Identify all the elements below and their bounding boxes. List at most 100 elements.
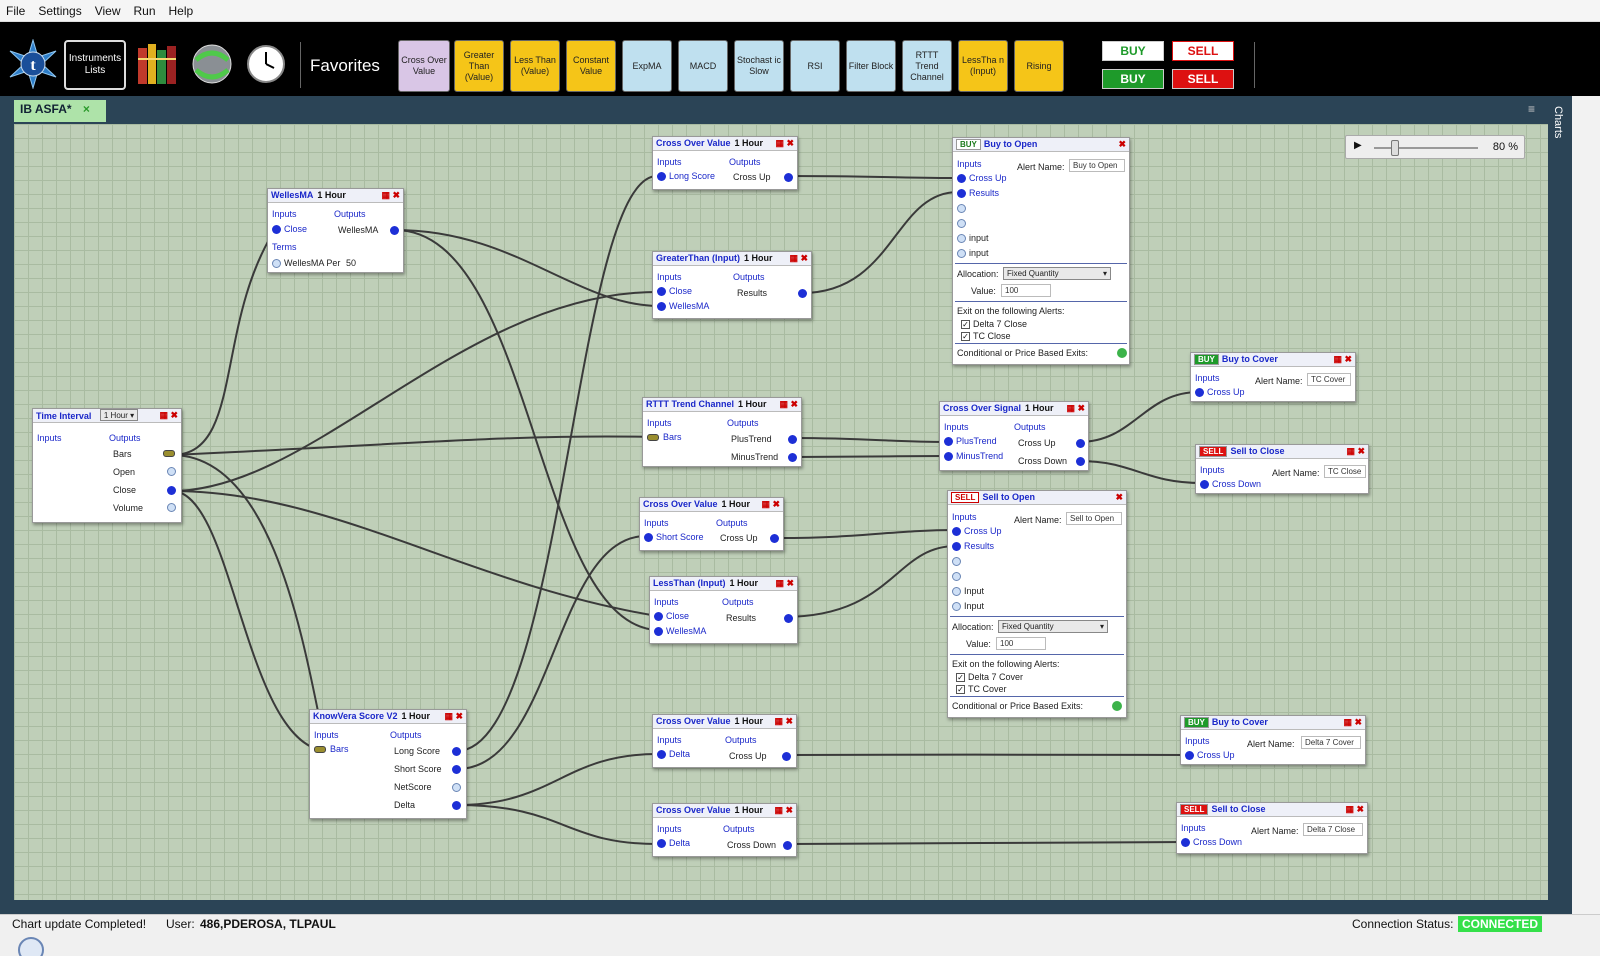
node-buy-to-open[interactable]: BUY Buy to Open ✖ Inputs Alert Name: Buy t… (952, 137, 1130, 365)
tab-close-icon[interactable]: × (83, 102, 90, 116)
node-controls-icon[interactable]: ✖ (1115, 492, 1123, 503)
node-cross-over-value-long[interactable]: Cross Over Value 1 Hour ▦ ✖ Inputs Outputs… (652, 136, 798, 190)
input-port-close[interactable] (272, 225, 281, 234)
app-status-icon[interactable] (18, 937, 44, 956)
input-port[interactable] (1185, 751, 1194, 760)
input-port[interactable] (944, 452, 953, 461)
node-cross-over-value-delta-up[interactable]: Cross Over Value 1 Hour ▦ ✖ Inputs Outputs… (652, 714, 797, 768)
menu-settings[interactable]: Settings (38, 4, 81, 18)
alert-name-input[interactable]: Delta 7 Close (1303, 823, 1363, 836)
input-port[interactable] (1195, 388, 1204, 397)
node-greaterthan-input[interactable]: GreaterThan (Input) 1 Hour ▦ ✖ Inputs Outp… (652, 251, 812, 319)
node-controls-icon[interactable]: ▦ ✖ (444, 711, 463, 722)
node-controls-icon[interactable]: ▦ ✖ (1066, 403, 1085, 414)
favorite-button[interactable]: Cross Over Value (398, 40, 450, 92)
input-port[interactable] (657, 287, 666, 296)
favorite-button[interactable]: Greater Than (Value) (454, 40, 504, 92)
node-controls-icon[interactable]: ▦ ✖ (774, 805, 793, 816)
exit-checkbox[interactable]: ✓ (961, 332, 970, 341)
node-cross-over-value-delta-down[interactable]: Cross Over Value 1 Hour ▦ ✖ Inputs Outputs… (652, 803, 797, 857)
node-controls-icon[interactable]: ▦ ✖ (1346, 446, 1365, 457)
interval-dropdown[interactable]: 1 Hour ▾ (99, 409, 139, 421)
output-port[interactable] (783, 841, 792, 850)
favorite-button[interactable]: RSI (790, 40, 840, 92)
input-port[interactable] (1181, 838, 1190, 847)
input-port-empty[interactable] (952, 587, 961, 596)
menu-run[interactable]: Run (134, 4, 156, 18)
menu-view[interactable]: View (95, 4, 121, 18)
output-port[interactable] (788, 435, 797, 444)
node-knowvera-score[interactable]: KnowVera Score V2 1 Hour ▦ ✖ Inputs Output… (309, 709, 467, 819)
output-port[interactable] (784, 173, 793, 182)
alert-name-input[interactable]: Delta 7 Cover (1301, 736, 1361, 749)
play-icon[interactable]: ▶ (1354, 140, 1362, 151)
node-buy-to-cover-delta[interactable]: BUY Buy to Cover ▦ ✖ Inputs Alert Name: De… (1180, 715, 1366, 765)
output-port-close[interactable] (167, 486, 176, 495)
value-input[interactable]: 100 (996, 637, 1046, 650)
node-controls-icon[interactable]: ▦ ✖ (1345, 804, 1364, 815)
node-controls-icon[interactable]: ▦ ✖ (775, 138, 794, 149)
charts-side-panel[interactable]: Charts (1548, 96, 1572, 956)
menu-help[interactable]: Help (169, 4, 194, 18)
input-port[interactable] (657, 750, 666, 759)
alert-name-input[interactable]: TC Close (1324, 465, 1366, 478)
tab-ib-asfa[interactable]: IB ASFA* × (14, 100, 106, 122)
sell-button-bottom[interactable]: SELL (1172, 69, 1234, 89)
menu-file[interactable]: File (6, 4, 25, 18)
output-port-bars[interactable] (163, 450, 175, 457)
zoom-slider-thumb[interactable] (1390, 140, 1399, 156)
output-port-wellesma[interactable] (390, 226, 399, 235)
term-value[interactable]: 50 (346, 258, 356, 268)
input-port[interactable] (657, 172, 666, 181)
strategy-canvas[interactable]: Time Interval 1 Hour ▾ ▦ ✖ Inputs Output… (14, 124, 1548, 914)
app-logo-icon[interactable]: t (8, 39, 58, 89)
input-port[interactable] (944, 437, 953, 446)
node-controls-icon[interactable]: ▦ ✖ (159, 410, 178, 421)
instruments-lists-button[interactable]: Instruments Lists (64, 40, 126, 90)
node-wellesma[interactable]: WellesMA 1 Hour ▦ ✖ Inputs Outputs Close W… (267, 188, 404, 273)
sell-button-top[interactable]: SELL (1172, 41, 1234, 61)
exit-checkbox[interactable]: ✓ (956, 685, 965, 694)
output-port[interactable] (1076, 457, 1085, 466)
favorite-button[interactable]: Rising (1014, 40, 1064, 92)
node-cross-over-value-short[interactable]: Cross Over Value 1 Hour ▦ ✖ Inputs Outputs… (639, 497, 784, 551)
input-port[interactable] (644, 533, 653, 542)
add-exit-icon[interactable] (1117, 348, 1127, 358)
alert-name-input[interactable]: Sell to Open (1066, 512, 1122, 525)
favorite-button[interactable]: Less Than (Value) (510, 40, 560, 92)
node-controls-icon[interactable]: ▦ ✖ (1333, 354, 1352, 365)
input-port[interactable] (657, 302, 666, 311)
node-time-interval[interactable]: Time Interval 1 Hour ▾ ▦ ✖ Inputs Output… (32, 408, 182, 523)
output-port[interactable] (1076, 439, 1085, 448)
node-controls-icon[interactable]: ▦ ✖ (381, 190, 400, 201)
output-port[interactable] (770, 534, 779, 543)
alert-name-input[interactable]: Buy to Open (1069, 159, 1125, 172)
input-port[interactable] (957, 189, 966, 198)
output-port-long-score[interactable] (452, 747, 461, 756)
input-port[interactable] (657, 839, 666, 848)
add-exit-icon[interactable] (1112, 701, 1122, 711)
node-rttt-trend-channel[interactable]: RTTT Trend Channel 1 Hour ▦ ✖ Inputs Outpu… (642, 397, 802, 467)
allocation-dropdown[interactable]: Fixed Quantity ▾ (1003, 267, 1111, 280)
allocation-dropdown[interactable]: Fixed Quantity ▾ (998, 620, 1108, 633)
exit-checkbox[interactable]: ✓ (956, 673, 965, 682)
value-input[interactable]: 100 (1001, 284, 1051, 297)
output-port-volume[interactable] (167, 503, 176, 512)
input-port-empty[interactable] (957, 234, 966, 243)
output-port-netscore[interactable] (452, 783, 461, 792)
favorite-button[interactable]: Constant Value (566, 40, 616, 92)
input-port-empty[interactable] (957, 204, 966, 213)
books-icon[interactable] (134, 40, 182, 88)
exit-checkbox[interactable]: ✓ (961, 320, 970, 329)
input-port[interactable] (952, 542, 961, 551)
input-port-empty[interactable] (952, 602, 961, 611)
globe-sync-icon[interactable] (188, 40, 236, 88)
output-port-open[interactable] (167, 467, 176, 476)
node-buy-to-cover-tc[interactable]: BUY Buy to Cover ▦ ✖ Inputs Alert Name: TC… (1190, 352, 1356, 402)
output-port[interactable] (784, 614, 793, 623)
input-port-bars[interactable] (647, 434, 659, 441)
output-port[interactable] (798, 289, 807, 298)
input-port-bars[interactable] (314, 746, 326, 753)
input-port[interactable] (1200, 480, 1209, 489)
input-port[interactable] (654, 627, 663, 636)
